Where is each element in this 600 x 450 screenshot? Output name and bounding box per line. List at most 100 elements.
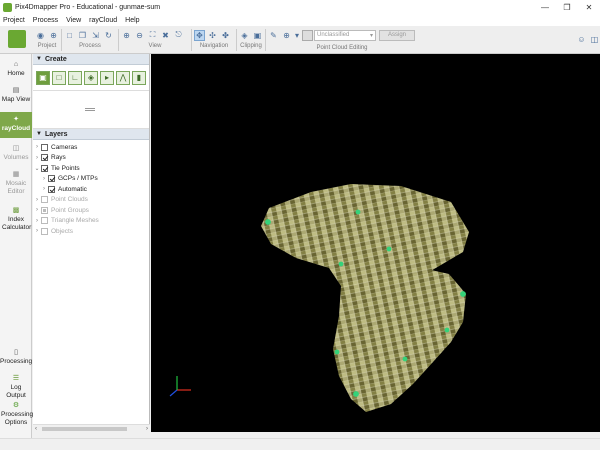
splitter-grip-icon[interactable]: [85, 108, 95, 111]
clipping-edit-icon[interactable]: ▣: [252, 30, 263, 41]
toolbar-separator: [61, 29, 62, 51]
scroll-right-icon[interactable]: ›: [146, 426, 148, 432]
nav-log-output-label: Log Output: [6, 384, 26, 399]
nav-index-calculator-label: Index Calculator: [2, 216, 32, 231]
nav-home[interactable]: ⌂ Home: [0, 58, 32, 82]
focus-icon[interactable]: ⎋: [173, 30, 184, 41]
expand-chevron-icon[interactable]: ›: [33, 155, 41, 161]
export-icon[interactable]: ⇲: [90, 30, 101, 41]
copy-icon[interactable]: ❐: [77, 30, 88, 41]
axis-triad-icon: [169, 376, 191, 397]
panel-toggle-icon[interactable]: ◫: [589, 34, 600, 45]
layer-tie-points[interactable]: ⌄ Tie Points: [33, 163, 149, 174]
project-target-icon[interactable]: ⊕: [48, 30, 59, 41]
menu-help[interactable]: Help: [125, 17, 139, 24]
expand-chevron-icon[interactable]: ›: [40, 186, 48, 192]
nav-raycloud[interactable]: ✦ rayCloud: [0, 112, 32, 138]
collapse-chevron-icon[interactable]: ⌄: [33, 165, 41, 172]
home-icon: ⌂: [13, 60, 19, 68]
layer-point-clouds: › Point Clouds: [33, 195, 149, 206]
new-document-icon[interactable]: □: [64, 30, 75, 41]
menu-view[interactable]: View: [66, 17, 81, 24]
scroll-left-icon[interactable]: ‹: [35, 426, 37, 432]
restore-button[interactable]: ❐: [556, 0, 578, 14]
layer-label: Tie Points: [51, 164, 80, 172]
toolbar-view-label: View: [148, 43, 162, 49]
layer-cameras[interactable]: › Cameras: [33, 142, 149, 153]
point-class-select[interactable]: Unclassified ▾: [314, 29, 376, 41]
create-panel-title: Create: [44, 55, 67, 63]
scrollbar-thumb[interactable]: [42, 427, 127, 431]
layer-checkbox[interactable]: [48, 175, 55, 183]
window-title: Pix4Dmapper Pro - Educational - gunmae-s…: [15, 3, 161, 11]
clipping-box-icon[interactable]: ◈: [239, 30, 250, 41]
menu-process[interactable]: Process: [33, 17, 58, 24]
new-polyline-icon[interactable]: ∟: [68, 70, 82, 85]
class-color-icon: [302, 29, 313, 41]
first-person-navigation-icon[interactable]: ✤: [220, 30, 231, 41]
menu-bar: Project Process View rayCloud Help: [0, 14, 600, 26]
standard-navigation-icon[interactable]: ✥: [194, 29, 205, 41]
user-account-icon[interactable]: ☺: [576, 34, 587, 45]
nav-processing[interactable]: ▯ Processing: [0, 346, 32, 370]
nav-index-calculator[interactable]: ▩ Index Calculator: [0, 204, 32, 240]
assign-button[interactable]: Assign: [379, 29, 415, 41]
create-panel-header[interactable]: ▼ Create: [33, 54, 149, 65]
nav-map-view[interactable]: ▤ Map View: [0, 84, 32, 108]
sidebar-horizontal-scrollbar[interactable]: ‹ ›: [33, 424, 150, 432]
menu-project[interactable]: Project: [3, 17, 25, 24]
new-measurement-icon[interactable]: ⋀: [116, 70, 130, 85]
fit-selection-icon[interactable]: ✖: [160, 30, 171, 41]
toolbar-process-group: □ ❐ ⇲ ↻ Process: [63, 28, 117, 53]
index-calculator-icon: ▩: [12, 207, 20, 214]
layer-checkbox[interactable]: [41, 154, 48, 162]
zoom-in-icon[interactable]: ⊕: [121, 30, 132, 41]
panel-splitter[interactable]: [33, 91, 149, 129]
main-toolbar: ◉ ⊕ Project □ ❐ ⇲ ↻ Process ⊕ ⊖ ⛶ ✖ ⎋ Vi…: [0, 26, 600, 54]
nav-processing-label: Processing: [0, 358, 33, 365]
layer-checkbox: [41, 227, 48, 235]
minimize-button[interactable]: —: [534, 0, 556, 14]
zoom-extent-icon[interactable]: ⛶: [147, 30, 158, 41]
layer-checkbox[interactable]: [41, 164, 48, 172]
raycloud-sidebar: ▼ Create ▣ □ ∟ ◈ ▸ ⋀ ▮ ▼ Layers › Camera…: [33, 54, 150, 432]
layers-panel-header[interactable]: ▼ Layers: [33, 129, 149, 140]
title-bar: Pix4Dmapper Pro - Educational - gunmae-s…: [0, 0, 600, 14]
menu-raycloud[interactable]: rayCloud: [89, 17, 117, 24]
new-marker-icon[interactable]: ▮: [132, 70, 146, 85]
new-orthoplane-icon[interactable]: ▣: [36, 70, 50, 85]
toolbar-clipping-group: ◈ ▣ Clipping: [238, 28, 264, 53]
new-volume-icon[interactable]: ◈: [84, 70, 98, 85]
brush-icon[interactable]: ✎: [268, 30, 279, 41]
layers-tree: › Cameras › Rays ⌄ Tie Points › GCPs / M…: [33, 140, 149, 237]
nav-volumes[interactable]: ◫ Volumes: [0, 142, 32, 166]
trackball-navigation-icon[interactable]: ✣: [207, 30, 218, 41]
layer-gcps-mtps[interactable]: › GCPs / MTPs: [33, 174, 149, 185]
close-button[interactable]: ✕: [578, 0, 600, 14]
new-plane-icon[interactable]: □: [52, 70, 66, 85]
mosaic-icon: ▦: [12, 171, 20, 178]
new-video-animation-icon[interactable]: ▸: [100, 70, 114, 85]
layer-automatic[interactable]: › Automatic: [33, 184, 149, 195]
collapse-triangle-icon: ▼: [36, 131, 42, 137]
dropdown-arrow-icon[interactable]: ▾: [294, 30, 300, 41]
layer-checkbox[interactable]: [41, 143, 48, 151]
create-tools: ▣ □ ∟ ◈ ▸ ⋀ ▮: [33, 65, 149, 91]
nav-mosaic-editor[interactable]: ▦ Mosaic Editor: [0, 168, 32, 202]
layer-rays[interactable]: › Rays: [33, 153, 149, 164]
zoom-out-icon[interactable]: ⊖: [134, 30, 145, 41]
open-project-icon[interactable]: ◉: [35, 30, 46, 41]
refresh-icon[interactable]: ↻: [103, 30, 114, 41]
layer-point-groups: › Point Groups: [33, 205, 149, 216]
raycloud-3d-viewport[interactable]: [151, 54, 600, 432]
layers-panel-title: Layers: [44, 130, 68, 138]
nav-log-output[interactable]: ☰ Log Output: [0, 372, 32, 399]
add-point-icon[interactable]: ⊕: [281, 30, 292, 41]
nav-processing-options[interactable]: ⚙ Processing Options: [0, 399, 33, 435]
layer-checkbox[interactable]: [48, 185, 55, 193]
toolbar-navigation-label: Navigation: [199, 43, 229, 49]
expand-chevron-icon[interactable]: ›: [33, 144, 41, 150]
toolbar-separator: [236, 29, 237, 51]
expand-chevron-icon[interactable]: ›: [40, 176, 48, 182]
camera-marker-icon: [338, 261, 344, 267]
